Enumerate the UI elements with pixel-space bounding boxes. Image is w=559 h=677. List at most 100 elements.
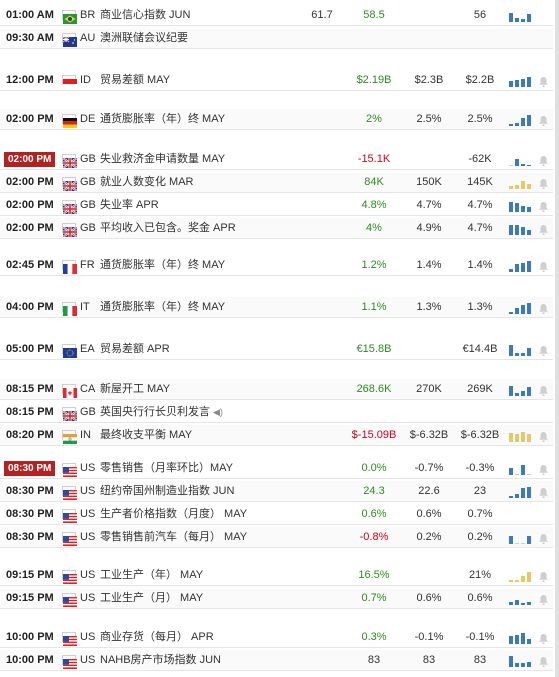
history-chart-icon[interactable] xyxy=(508,532,534,544)
history-chart-icon[interactable] xyxy=(508,486,534,498)
event-name[interactable]: 商业信心指数 JUN xyxy=(100,5,190,26)
table-row[interactable]: 02:00 PM GB 失业率 APR 4.8% 4.7% 4.7% xyxy=(0,195,553,216)
history-chart-icon[interactable] xyxy=(508,302,534,314)
consensus-value: 0.6% xyxy=(416,508,442,520)
event-name[interactable]: 纽约帝国州制造业指数 JUN xyxy=(100,481,234,502)
table-row[interactable]: 08:30 PM US 生产者价格指数（月度） MAY 0.6% 0.6% 0.7% xyxy=(0,504,553,525)
event-name[interactable]: 贸易差额 APR xyxy=(100,339,170,360)
bell-icon[interactable] xyxy=(538,177,549,189)
event-name-text: 失业救济金申请数量 MAY xyxy=(100,153,226,165)
event-name[interactable]: 新屋开工 MAY xyxy=(100,379,170,400)
event-name[interactable]: 生产者价格指数（月度） MAY xyxy=(100,504,247,525)
history-bar xyxy=(515,203,519,212)
table-row[interactable]: 09:30 AM AU 澳洲联储会议纪要 xyxy=(0,28,553,49)
table-row[interactable]: 02:00 PM GB 失业救济金申请数量 MAY -15.1K -62K xyxy=(0,149,553,170)
event-name[interactable]: NAHB房产市场指数 JUN xyxy=(100,650,221,671)
history-chart-icon[interactable] xyxy=(508,114,534,126)
event-name[interactable]: 工业生产（年） MAY xyxy=(100,565,203,586)
event-time: 08:15 PM xyxy=(6,406,54,418)
actual-value: $2.19B xyxy=(356,74,392,86)
table-row[interactable]: 08:15 PM GB 英国央行行长贝利发言 ◀) xyxy=(0,402,553,423)
event-name[interactable]: 零售销售（月率环比）MAY xyxy=(100,458,233,479)
bell-icon[interactable] xyxy=(538,302,549,314)
table-row[interactable]: 01:00 AM BR 商业信心指数 JUN 61.7 58.5 56 xyxy=(0,5,553,26)
history-chart-icon[interactable] xyxy=(508,260,534,272)
scrollbar[interactable] xyxy=(555,0,559,677)
event-name[interactable]: 失业率 APR xyxy=(100,195,159,216)
history-chart-icon[interactable] xyxy=(508,177,534,189)
bell-icon[interactable] xyxy=(538,463,549,475)
table-row[interactable]: 04:00 PM IT 通货膨胀率（年）终 MAY 1.1% 1.3% 1.3% xyxy=(0,297,553,318)
bell-icon[interactable] xyxy=(538,570,549,582)
table-row[interactable]: 08:20 PM IN 最终收支平衡 MAY $-15.09B $-6.32B $-6.3… xyxy=(0,425,553,446)
event-name-text: 贸易差额 APR xyxy=(100,343,170,355)
event-name[interactable]: 零售销售前汽车（每月） MAY xyxy=(100,527,247,548)
bell-icon[interactable] xyxy=(538,260,549,272)
table-row[interactable]: 10:00 PM US NAHB房产市场指数 JUN 83 83 83 xyxy=(0,650,553,671)
table-row[interactable]: 08:30 PM US 纽约帝国州制造业指数 JUN 24.3 22.6 23 xyxy=(0,481,553,502)
previous-value: 1.3% xyxy=(467,301,493,313)
event-name[interactable]: 最终收支平衡 MAY xyxy=(100,425,192,446)
event-name-text: NAHB房产市场指数 JUN xyxy=(100,654,222,666)
history-chart-icon[interactable] xyxy=(508,463,534,475)
table-row[interactable]: 12:00 PM ID 贸易差额 MAY $2.19B $2.3B $2.2B xyxy=(0,70,553,91)
history-bar xyxy=(515,18,519,22)
bell-icon[interactable] xyxy=(538,223,549,235)
bell-icon[interactable] xyxy=(538,114,549,126)
event-name[interactable]: 澳洲联储会议纪要 xyxy=(100,28,188,49)
table-row[interactable]: 02:45 PM FR 通货膨胀率（年）终 MAY 1.2% 1.4% 1.4% xyxy=(0,255,553,276)
history-chart-icon[interactable] xyxy=(508,570,534,582)
table-row[interactable]: 02:00 PM GB 平均收入已包含。奖金 APR 4% 4.9% 4.7% xyxy=(0,218,553,239)
history-chart-icon[interactable] xyxy=(508,344,534,356)
bell-icon[interactable] xyxy=(538,430,549,442)
event-name[interactable]: 英国央行行长贝利发言 ◀) xyxy=(100,402,223,423)
history-chart-icon[interactable] xyxy=(508,655,534,667)
history-chart-icon[interactable] xyxy=(508,593,534,605)
scrollbar-thumb[interactable] xyxy=(555,0,559,677)
bell-icon[interactable] xyxy=(538,532,549,544)
table-row[interactable]: 09:15 PM US 工业生产（年） MAY 16.5% 21% xyxy=(0,565,553,586)
bell-icon[interactable] xyxy=(538,384,549,396)
history-chart-icon[interactable] xyxy=(508,430,534,442)
us-flag-icon xyxy=(62,532,77,546)
history-chart-icon[interactable] xyxy=(508,223,534,235)
event-name[interactable]: 通货膨胀率（年）终 MAY xyxy=(100,297,225,318)
history-bar xyxy=(509,269,513,272)
event-name[interactable]: 通货膨胀率（年）终 MAY xyxy=(100,109,225,130)
table-row[interactable]: 10:00 PM US 商业存货（每月） APR 0.3% -0.1% -0.1% xyxy=(0,627,553,648)
history-chart-icon[interactable] xyxy=(508,75,534,87)
event-name[interactable]: 就业人数变化 MAR xyxy=(100,172,194,193)
table-row[interactable]: 08:30 PM US 零售销售前汽车（每月） MAY -0.8% 0.2% 0.2% xyxy=(0,527,553,548)
history-chart-icon[interactable] xyxy=(508,632,534,644)
table-row[interactable]: 05:00 PM EA 贸易差额 APR €15.8B €14.4B xyxy=(0,339,553,360)
table-row[interactable]: 02:00 PM DE 通货膨胀率（年）终 MAY 2% 2.5% 2.5% xyxy=(0,109,553,130)
event-name[interactable]: 工业生产（月） MAY xyxy=(100,588,203,609)
table-row[interactable]: 08:15 PM CA 新屋开工 MAY 268.6K 270K 269K xyxy=(0,379,553,400)
event-name[interactable]: 通货膨胀率（年）终 MAY xyxy=(100,255,225,276)
history-bar xyxy=(527,14,531,22)
event-time: 02:00 PM xyxy=(6,222,54,234)
bell-icon[interactable] xyxy=(538,593,549,605)
table-row[interactable]: 08:30 PM US 零售销售（月率环比）MAY 0.0% -0.7% -0.3% xyxy=(0,458,553,479)
history-chart-icon[interactable] xyxy=(508,200,534,212)
event-name[interactable]: 商业存货（每月） APR xyxy=(100,627,214,648)
history-chart-icon[interactable] xyxy=(508,384,534,396)
table-row[interactable]: 09:15 PM US 工业生产（月） MAY 0.7% 0.6% 0.6% xyxy=(0,588,553,609)
event-name[interactable]: 贸易差额 MAY xyxy=(100,70,170,91)
bell-icon[interactable] xyxy=(538,344,549,356)
event-name[interactable]: 失业救济金申请数量 MAY xyxy=(100,149,225,170)
consensus-value: $-6.32B xyxy=(409,429,449,441)
history-chart-icon[interactable] xyxy=(508,154,534,166)
actual-value: 0.6% xyxy=(361,508,387,520)
history-bar xyxy=(521,181,525,189)
bell-icon[interactable] xyxy=(538,655,549,667)
bell-icon[interactable] xyxy=(538,75,549,87)
bell-icon[interactable] xyxy=(538,154,549,166)
history-chart-icon[interactable] xyxy=(508,10,534,22)
bell-icon[interactable] xyxy=(538,486,549,498)
bell-icon[interactable] xyxy=(538,200,549,212)
bell-icon[interactable] xyxy=(538,632,549,644)
country-code: GB xyxy=(80,199,96,211)
table-row[interactable]: 02:00 PM GB 就业人数变化 MAR 84K 150K 145K xyxy=(0,172,553,193)
event-name[interactable]: 平均收入已包含。奖金 APR xyxy=(100,218,236,239)
